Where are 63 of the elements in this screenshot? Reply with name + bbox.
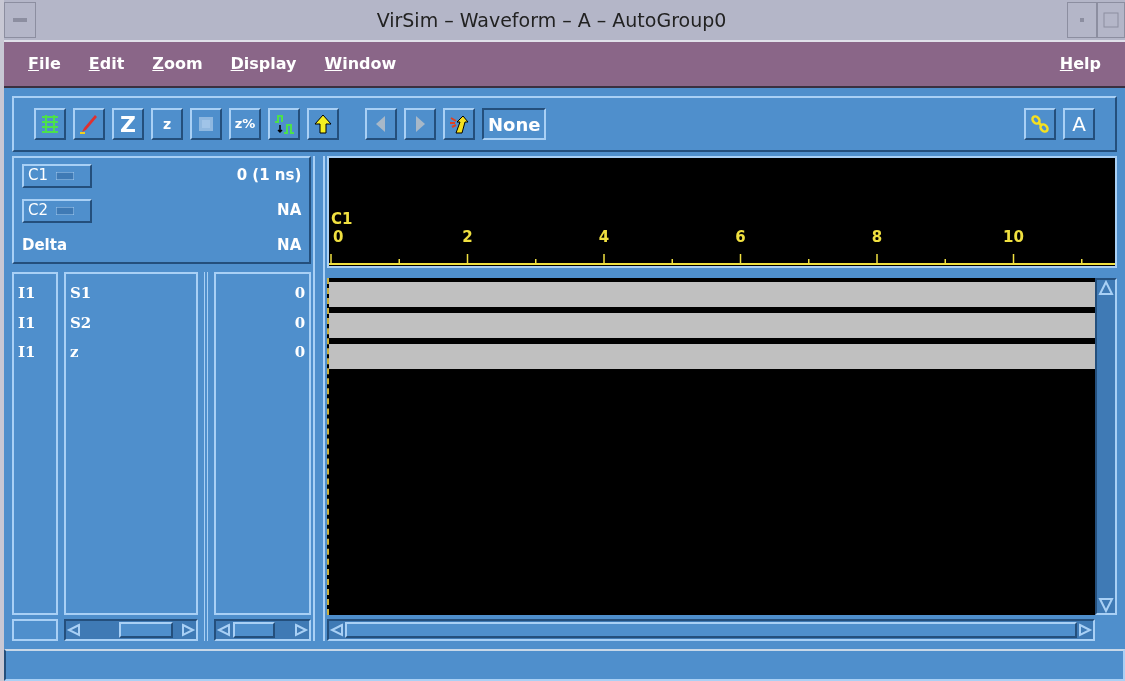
edge-button[interactable] [268, 108, 300, 140]
scroll-right-icon[interactable] [180, 623, 196, 637]
signal-value: 0 [294, 283, 306, 304]
menu-item[interactable]: File [28, 52, 61, 76]
horizontal-scrollbar[interactable] [214, 619, 312, 641]
signal-value: 0 [294, 342, 306, 363]
signal-group-button[interactable] [34, 108, 66, 140]
vertical-scrollbar[interactable] [1095, 278, 1117, 615]
cursor-value: NA [277, 200, 302, 222]
arrow-burst-icon [448, 113, 470, 135]
delta-value: NA [277, 234, 302, 256]
scroll-thumb[interactable] [233, 622, 275, 638]
maximize-icon [1103, 12, 1119, 28]
pencil-button[interactable] [73, 108, 105, 140]
next-button[interactable] [404, 108, 436, 140]
scroll-thumb[interactable] [345, 622, 1077, 638]
signal-value: 0 [294, 312, 306, 334]
minus-icon [13, 18, 27, 22]
up-arrow-button[interactable] [307, 108, 339, 140]
signal-group: I1 [18, 282, 52, 305]
signal-group: I1 [18, 311, 52, 334]
cursor-value: 0 (1 ns) [236, 165, 302, 187]
scroll-right-icon[interactable] [1077, 623, 1093, 637]
pencil-icon [78, 113, 100, 135]
scroll-down-icon[interactable] [1098, 597, 1114, 613]
chain-icon [1029, 113, 1051, 135]
scroll-left-icon[interactable] [329, 623, 345, 637]
scroll-thumb[interactable] [119, 622, 174, 638]
cursor-button[interactable]: C2 [22, 198, 92, 223]
delta-label: Delta [22, 234, 68, 256]
pulse-icon [273, 113, 295, 135]
horizontal-scrollbar[interactable] [64, 619, 198, 641]
minimize-icon [1080, 18, 1084, 22]
cursor-button[interactable]: C1 [22, 163, 92, 188]
signal-name[interactable]: S1 [70, 282, 192, 305]
menu-item[interactable]: Display [230, 52, 297, 76]
menu-item[interactable]: Zoom [152, 52, 203, 76]
search-value-field[interactable]: None [482, 108, 547, 140]
window-title: VirSim – Waveform – A – AutoGroup0 [375, 7, 728, 33]
signal-name[interactable]: z [70, 341, 192, 364]
zoom-out-button[interactable]: z [151, 108, 183, 140]
zoom-in-button[interactable]: Z [112, 108, 144, 140]
menu-item[interactable]: Window [324, 52, 397, 76]
horizontal-scrollbar[interactable] [327, 619, 1095, 641]
scroll-left-icon[interactable] [216, 623, 232, 637]
search-button[interactable] [443, 108, 475, 140]
up-arrow-icon [312, 113, 334, 135]
menu-item[interactable]: Edit [88, 52, 125, 76]
time-axis: C1 0 2 4 6 8 10 [329, 206, 1115, 266]
scroll-left-icon[interactable] [66, 623, 82, 637]
indicator-icon [56, 171, 75, 180]
scroll-up-icon[interactable] [1098, 280, 1114, 296]
signal-name[interactable]: S2 [70, 311, 192, 334]
indicator-icon [56, 206, 75, 215]
scroll-right-icon[interactable] [293, 623, 310, 637]
zoom-percent-button[interactable]: z% [229, 108, 261, 140]
link-button[interactable] [1024, 108, 1056, 140]
corner-box [12, 619, 58, 641]
grid-icon [39, 113, 61, 135]
a-button[interactable]: A [1063, 108, 1095, 140]
menu-item[interactable]: Help [1059, 52, 1101, 76]
previous-button[interactable] [365, 108, 397, 140]
signal-group: I1 [18, 341, 52, 364]
